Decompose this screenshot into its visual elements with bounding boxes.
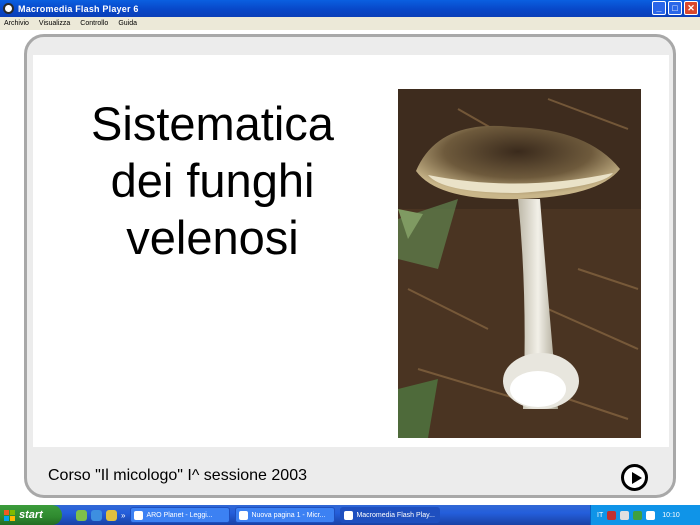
start-button[interactable]: start (0, 505, 62, 525)
system-tray: IT 10:10 (590, 505, 700, 525)
task-flash-player[interactable]: Macromedia Flash Play... (340, 507, 441, 523)
title-bar: Macromedia Flash Player 6 _ □ ✕ (0, 0, 700, 17)
volume-icon[interactable] (646, 510, 656, 520)
browser-task-icon (239, 510, 249, 520)
network-icon[interactable] (620, 510, 630, 520)
close-button[interactable]: ✕ (684, 1, 698, 15)
menu-archivio[interactable]: Archivio (4, 20, 29, 27)
task-label: Nuova pagina 1 - Micr... (251, 511, 326, 519)
flash-task-icon (344, 510, 354, 520)
mushroom-illustration (398, 89, 641, 438)
task-label: ARO Planet - Leggi... (146, 511, 213, 519)
security-icon[interactable] (633, 510, 643, 520)
quick-launch: » (76, 509, 125, 521)
mushroom-photo (398, 89, 641, 438)
window-controls: _ □ ✕ (652, 1, 698, 15)
media-icon[interactable] (106, 509, 117, 521)
course-footer: Corso "Il micologo" I^ sessione 2003 (48, 467, 307, 484)
task-aro-planet[interactable]: ARO Planet - Leggi... (130, 507, 231, 523)
maximize-button[interactable]: □ (668, 1, 682, 15)
slide-title-line-3: velenosi (126, 211, 299, 264)
desktop-icon[interactable] (76, 509, 87, 521)
start-label: start (19, 509, 43, 521)
slide-title-line-2: dei funghi (110, 154, 315, 207)
window-title: Macromedia Flash Player 6 (18, 3, 139, 14)
flash-player-icon (3, 3, 14, 14)
play-next-button[interactable] (621, 464, 648, 491)
menu-guida[interactable]: Guida (118, 20, 137, 27)
menu-visualizza[interactable]: Visualizza (39, 20, 70, 27)
slide-title: Sistematica dei funghi velenosi (36, 95, 389, 266)
browser-icon[interactable] (91, 509, 102, 521)
task-nuova-pagina[interactable]: Nuova pagina 1 - Micr... (235, 507, 336, 523)
task-label: Macromedia Flash Play... (356, 511, 435, 519)
taskbar: start » ARO Planet - Leggi... Nuova pagi… (0, 505, 700, 525)
menu-controllo[interactable]: Controllo (80, 20, 108, 27)
antivirus-icon[interactable] (607, 510, 617, 520)
minimize-button[interactable]: _ (652, 1, 666, 15)
windows-logo-icon (4, 509, 15, 521)
browser-task-icon (134, 510, 144, 520)
menu-bar: Archivio Visualizza Controllo Guida (0, 17, 700, 30)
clock[interactable]: 10:10 (662, 512, 680, 519)
slide-title-line-1: Sistematica (91, 97, 334, 150)
chevron-right-icon[interactable]: » (121, 511, 125, 520)
language-indicator[interactable]: IT (597, 512, 603, 519)
